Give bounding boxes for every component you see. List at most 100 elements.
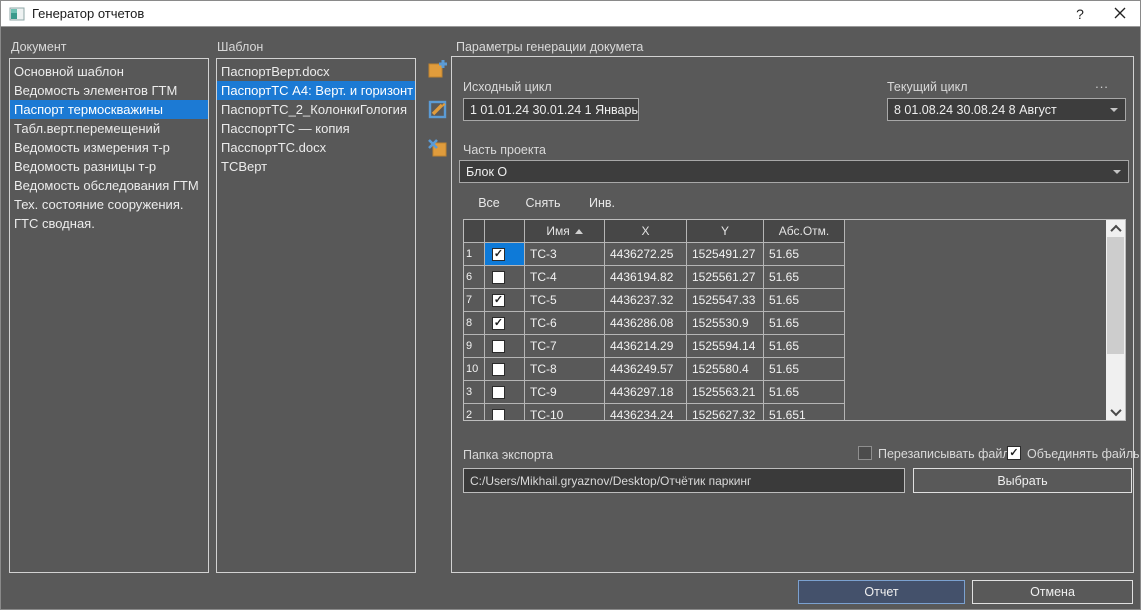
cell-name[interactable]: ТС-10 [525, 404, 605, 421]
document-list[interactable]: Основной шаблонВедомость элементов ГТМПа… [9, 58, 209, 573]
scrollbar-thumb[interactable] [1107, 237, 1124, 354]
template-list-item[interactable]: ТСВерт [217, 157, 415, 176]
scroll-down-button[interactable] [1106, 403, 1125, 420]
cell-y[interactable]: 1525530.9 [687, 312, 764, 335]
header-y[interactable]: Y [687, 220, 764, 243]
row-number: 7 [464, 289, 485, 312]
cell-abs[interactable]: 51.651 [764, 404, 845, 421]
row-checkbox-cell[interactable]: ✓ [485, 243, 525, 266]
help-button[interactable]: ? [1060, 1, 1100, 26]
cell-y[interactable]: 1525594.14 [687, 335, 764, 358]
header-checkbox [485, 220, 525, 243]
titlebar: Генератор отчетов ? [1, 1, 1140, 27]
cell-y[interactable]: 1525627.32 [687, 404, 764, 421]
cell-abs[interactable]: 51.65 [764, 312, 845, 335]
invert-selection-button[interactable]: Инв. [579, 193, 625, 213]
cancel-button[interactable]: Отмена [972, 580, 1133, 604]
row-checkbox-cell[interactable] [485, 358, 525, 381]
row-checkbox[interactable] [492, 386, 505, 399]
template-list-item[interactable]: ПаспортВерт.docx [217, 62, 415, 81]
row-checkbox-cell[interactable]: ✓ [485, 289, 525, 312]
row-checkbox[interactable] [492, 271, 505, 284]
row-checkbox[interactable]: ✓ [492, 294, 505, 307]
template-list-item[interactable]: ПаспортТС_2_КолонкиГология [217, 100, 415, 119]
cell-abs[interactable]: 51.65 [764, 335, 845, 358]
row-checkbox[interactable]: ✓ [492, 317, 505, 330]
cell-abs[interactable]: 51.65 [764, 381, 845, 404]
cell-name[interactable]: ТС-7 [525, 335, 605, 358]
header-abs[interactable]: Абс.Отм. [764, 220, 845, 243]
remove-template-icon [427, 148, 449, 163]
project-part-value: Блок О [466, 165, 507, 179]
more-cycles-button[interactable]: ... [1089, 75, 1115, 91]
cell-x[interactable]: 4436272.25 [605, 243, 687, 266]
row-checkbox-cell[interactable] [485, 404, 525, 421]
document-list-item[interactable]: Основной шаблон [10, 62, 208, 81]
source-cycle-value: 1 01.01.24 30.01.24 1 Январь [470, 103, 638, 117]
merge-files-checkbox[interactable]: ✓ [1007, 446, 1021, 460]
document-list-item[interactable]: Ведомость элементов ГТМ [10, 81, 208, 100]
row-checkbox-cell[interactable] [485, 335, 525, 358]
cell-y[interactable]: 1525547.33 [687, 289, 764, 312]
cell-y[interactable]: 1525580.4 [687, 358, 764, 381]
header-x[interactable]: X [605, 220, 687, 243]
cell-name[interactable]: ТС-9 [525, 381, 605, 404]
row-checkbox-cell[interactable]: ✓ [485, 312, 525, 335]
cell-x[interactable]: 4436249.57 [605, 358, 687, 381]
cell-name[interactable]: ТС-6 [525, 312, 605, 335]
header-name[interactable]: Имя [525, 220, 605, 243]
scroll-up-button[interactable] [1106, 220, 1125, 237]
select-all-button[interactable]: Все [467, 193, 511, 213]
row-checkbox[interactable] [492, 340, 505, 353]
cell-y[interactable]: 1525563.21 [687, 381, 764, 404]
document-list-item[interactable]: Тех. состояние сооружения. [10, 195, 208, 214]
template-list[interactable]: ПаспортВерт.docxПаспортТС А4: Верт. и го… [216, 58, 416, 573]
remove-template-button[interactable] [427, 138, 449, 160]
cell-name[interactable]: ТС-3 [525, 243, 605, 266]
template-list-item[interactable]: ПасспортТС.docx [217, 138, 415, 157]
template-list-item[interactable]: ПасспортТС — копия [217, 119, 415, 138]
document-list-item[interactable]: Паспорт термоскважины [10, 100, 208, 119]
current-cycle-select[interactable]: 8 01.08.24 30.08.24 8 Август [887, 98, 1126, 121]
export-path-input[interactable] [463, 468, 905, 493]
cell-x[interactable]: 4436234.24 [605, 404, 687, 421]
cell-y[interactable]: 1525491.27 [687, 243, 764, 266]
document-list-item[interactable]: Табл.верт.перемещений [10, 119, 208, 138]
choose-folder-button[interactable]: Выбрать [913, 468, 1132, 493]
row-checkbox[interactable] [492, 363, 505, 376]
add-template-button[interactable] [427, 58, 449, 80]
cell-name[interactable]: ТС-5 [525, 289, 605, 312]
document-list-item[interactable]: ГТС сводная. [10, 214, 208, 233]
template-list-item[interactable]: ПаспортТС А4: Верт. и горизонт [217, 81, 415, 100]
close-button[interactable] [1100, 1, 1140, 26]
cell-abs[interactable]: 51.65 [764, 289, 845, 312]
report-button[interactable]: Отчет [798, 580, 965, 604]
cell-x[interactable]: 4436237.32 [605, 289, 687, 312]
row-checkbox[interactable] [492, 409, 505, 422]
cell-x[interactable]: 4436286.08 [605, 312, 687, 335]
cell-x[interactable]: 4436297.18 [605, 381, 687, 404]
cell-abs[interactable]: 51.65 [764, 358, 845, 381]
cell-x[interactable]: 4436214.29 [605, 335, 687, 358]
document-list-item[interactable]: Ведомость измерения т-р [10, 138, 208, 157]
overwrite-files-checkbox[interactable] [858, 446, 872, 460]
edit-template-button[interactable] [427, 98, 449, 120]
table-row: 3ТС-94436297.181525563.2151.65 [464, 381, 1125, 404]
row-checkbox[interactable]: ✓ [492, 248, 505, 261]
cell-abs[interactable]: 51.65 [764, 243, 845, 266]
table-row: 10ТС-84436249.571525580.451.65 [464, 358, 1125, 381]
source-cycle-select[interactable]: 1 01.01.24 30.01.24 1 Январь [463, 98, 639, 121]
row-checkbox-cell[interactable] [485, 266, 525, 289]
row-checkbox-cell[interactable] [485, 381, 525, 404]
cell-name[interactable]: ТС-8 [525, 358, 605, 381]
document-list-item[interactable]: Ведомость обследования ГТМ [10, 176, 208, 195]
document-list-item[interactable]: Ведомость разницы т-р [10, 157, 208, 176]
cell-name[interactable]: ТС-4 [525, 266, 605, 289]
table-scrollbar[interactable] [1106, 220, 1125, 420]
project-part-select[interactable]: Блок О [459, 160, 1129, 183]
deselect-all-button[interactable]: Снять [516, 193, 570, 213]
cell-abs[interactable]: 51.65 [764, 266, 845, 289]
cell-x[interactable]: 4436194.82 [605, 266, 687, 289]
chevron-down-icon [638, 108, 639, 112]
cell-y[interactable]: 1525561.27 [687, 266, 764, 289]
